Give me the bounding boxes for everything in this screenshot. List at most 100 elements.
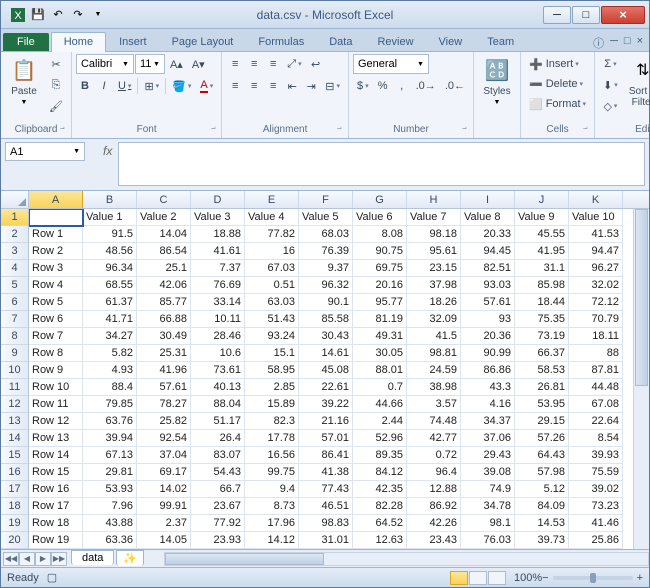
ribbon-minimize-icon[interactable]: ⓘ xyxy=(593,35,604,51)
cell[interactable]: Row 11 xyxy=(29,396,83,413)
cell[interactable]: 78.27 xyxy=(137,396,191,413)
cell[interactable]: 34.37 xyxy=(461,413,515,430)
cell[interactable]: 10.6 xyxy=(191,345,245,362)
wrap-text-icon[interactable]: ↩ xyxy=(307,54,325,74)
horizontal-scrollbar[interactable] xyxy=(164,552,649,566)
cell[interactable]: 30.43 xyxy=(299,328,353,345)
cell[interactable]: 75.59 xyxy=(569,464,623,481)
decrease-indent-icon[interactable]: ⇤ xyxy=(283,76,301,96)
cell[interactable]: 81.19 xyxy=(353,311,407,328)
align-right-icon[interactable]: ≡ xyxy=(264,76,282,96)
save-icon[interactable]: 💾 xyxy=(29,6,47,24)
cell[interactable]: Row 4 xyxy=(29,277,83,294)
cell[interactable]: 17.78 xyxy=(245,430,299,447)
cell[interactable]: 69.17 xyxy=(137,464,191,481)
cell[interactable]: 73.61 xyxy=(191,362,245,379)
cell[interactable]: 98.1 xyxy=(461,515,515,532)
cell[interactable]: 63.03 xyxy=(245,294,299,311)
cell[interactable]: 66.88 xyxy=(137,311,191,328)
cell[interactable]: 67.13 xyxy=(83,447,137,464)
cell[interactable]: 66.37 xyxy=(515,345,569,362)
cell[interactable]: 88.4 xyxy=(83,379,137,396)
cell[interactable]: 31.01 xyxy=(299,532,353,549)
cell[interactable]: 30.05 xyxy=(353,345,407,362)
cell[interactable]: 39.08 xyxy=(461,464,515,481)
tab-team[interactable]: Team xyxy=(475,33,526,51)
col-header[interactable]: B xyxy=(83,191,137,208)
cell[interactable]: 73.19 xyxy=(515,328,569,345)
cell[interactable]: Row 9 xyxy=(29,362,83,379)
cell[interactable] xyxy=(29,209,83,226)
cell[interactable]: 26.4 xyxy=(191,430,245,447)
tab-home[interactable]: Home xyxy=(51,32,106,52)
cell[interactable]: 33.14 xyxy=(191,294,245,311)
cell[interactable]: 94.45 xyxy=(461,243,515,260)
cell[interactable]: 68.55 xyxy=(83,277,137,294)
zoom-out-icon[interactable]: − xyxy=(542,572,548,584)
cell[interactable]: 99.75 xyxy=(245,464,299,481)
border-button[interactable]: ⊞ xyxy=(140,76,163,96)
cell[interactable]: 21.16 xyxy=(299,413,353,430)
cell[interactable]: 49.31 xyxy=(353,328,407,345)
orientation-icon[interactable]: ⤢ xyxy=(283,54,305,74)
cell[interactable]: 98.83 xyxy=(299,515,353,532)
cell[interactable]: 32.09 xyxy=(407,311,461,328)
maximize-button[interactable]: □ xyxy=(572,6,600,24)
autosum-icon[interactable]: Σ xyxy=(599,54,622,74)
cell[interactable]: 86.41 xyxy=(299,447,353,464)
cell[interactable]: 57.26 xyxy=(515,430,569,447)
workbook-minimize-icon[interactable]: ─ xyxy=(610,35,618,51)
cell[interactable]: 89.35 xyxy=(353,447,407,464)
col-header[interactable]: H xyxy=(407,191,461,208)
cell[interactable]: 8.54 xyxy=(569,430,623,447)
cell[interactable]: 14.04 xyxy=(137,226,191,243)
cell[interactable]: 48.56 xyxy=(83,243,137,260)
cell[interactable]: 25.82 xyxy=(137,413,191,430)
cell[interactable]: 85.77 xyxy=(137,294,191,311)
cell[interactable]: 39.02 xyxy=(569,481,623,498)
cell[interactable]: 38.98 xyxy=(407,379,461,396)
cell[interactable]: 14.53 xyxy=(515,515,569,532)
undo-icon[interactable]: ↶ xyxy=(49,6,67,24)
cell[interactable]: 7.96 xyxy=(83,498,137,515)
cell[interactable]: 64.52 xyxy=(353,515,407,532)
cell[interactable]: 7.37 xyxy=(191,260,245,277)
cell[interactable]: 79.85 xyxy=(83,396,137,413)
cell[interactable]: 77.43 xyxy=(299,481,353,498)
tab-nav-last-icon[interactable]: ▶▶ xyxy=(51,552,67,566)
decrease-decimal-icon[interactable]: .0← xyxy=(441,76,469,96)
cell[interactable]: 45.08 xyxy=(299,362,353,379)
cell[interactable]: 16 xyxy=(245,243,299,260)
zoom-in-icon[interactable]: + xyxy=(637,572,643,584)
cell[interactable]: 24.59 xyxy=(407,362,461,379)
cell[interactable]: 5.12 xyxy=(515,481,569,498)
cell[interactable]: 90.75 xyxy=(353,243,407,260)
cell[interactable]: Row 16 xyxy=(29,481,83,498)
cell[interactable]: 44.66 xyxy=(353,396,407,413)
cell[interactable]: 18.26 xyxy=(407,294,461,311)
cell[interactable]: 41.61 xyxy=(191,243,245,260)
zoom-level[interactable]: 100% xyxy=(514,572,542,584)
cell[interactable]: 23.15 xyxy=(407,260,461,277)
cell[interactable]: 95.61 xyxy=(407,243,461,260)
cell[interactable]: 20.36 xyxy=(461,328,515,345)
cell[interactable]: 63.36 xyxy=(83,532,137,549)
insert-button[interactable]: ➕Insert xyxy=(525,54,587,74)
cell[interactable]: 96.32 xyxy=(299,277,353,294)
cell[interactable]: Value 7 xyxy=(407,209,461,226)
cell[interactable]: 14.12 xyxy=(245,532,299,549)
cell[interactable]: 37.06 xyxy=(461,430,515,447)
cell[interactable]: Row 8 xyxy=(29,345,83,362)
cell[interactable]: 58.53 xyxy=(515,362,569,379)
tab-view[interactable]: View xyxy=(427,33,475,51)
cell[interactable]: 18.44 xyxy=(515,294,569,311)
sheet-tab[interactable]: data xyxy=(71,550,114,565)
cell[interactable]: 57.61 xyxy=(137,379,191,396)
cell[interactable]: 41.38 xyxy=(299,464,353,481)
cell[interactable]: 90.99 xyxy=(461,345,515,362)
cell[interactable]: 99.91 xyxy=(137,498,191,515)
tab-data[interactable]: Data xyxy=(317,33,364,51)
cell[interactable]: 0.7 xyxy=(353,379,407,396)
cells-area[interactable]: Value 1Value 2Value 3Value 4Value 5Value… xyxy=(29,209,649,549)
cell[interactable]: Row 13 xyxy=(29,430,83,447)
